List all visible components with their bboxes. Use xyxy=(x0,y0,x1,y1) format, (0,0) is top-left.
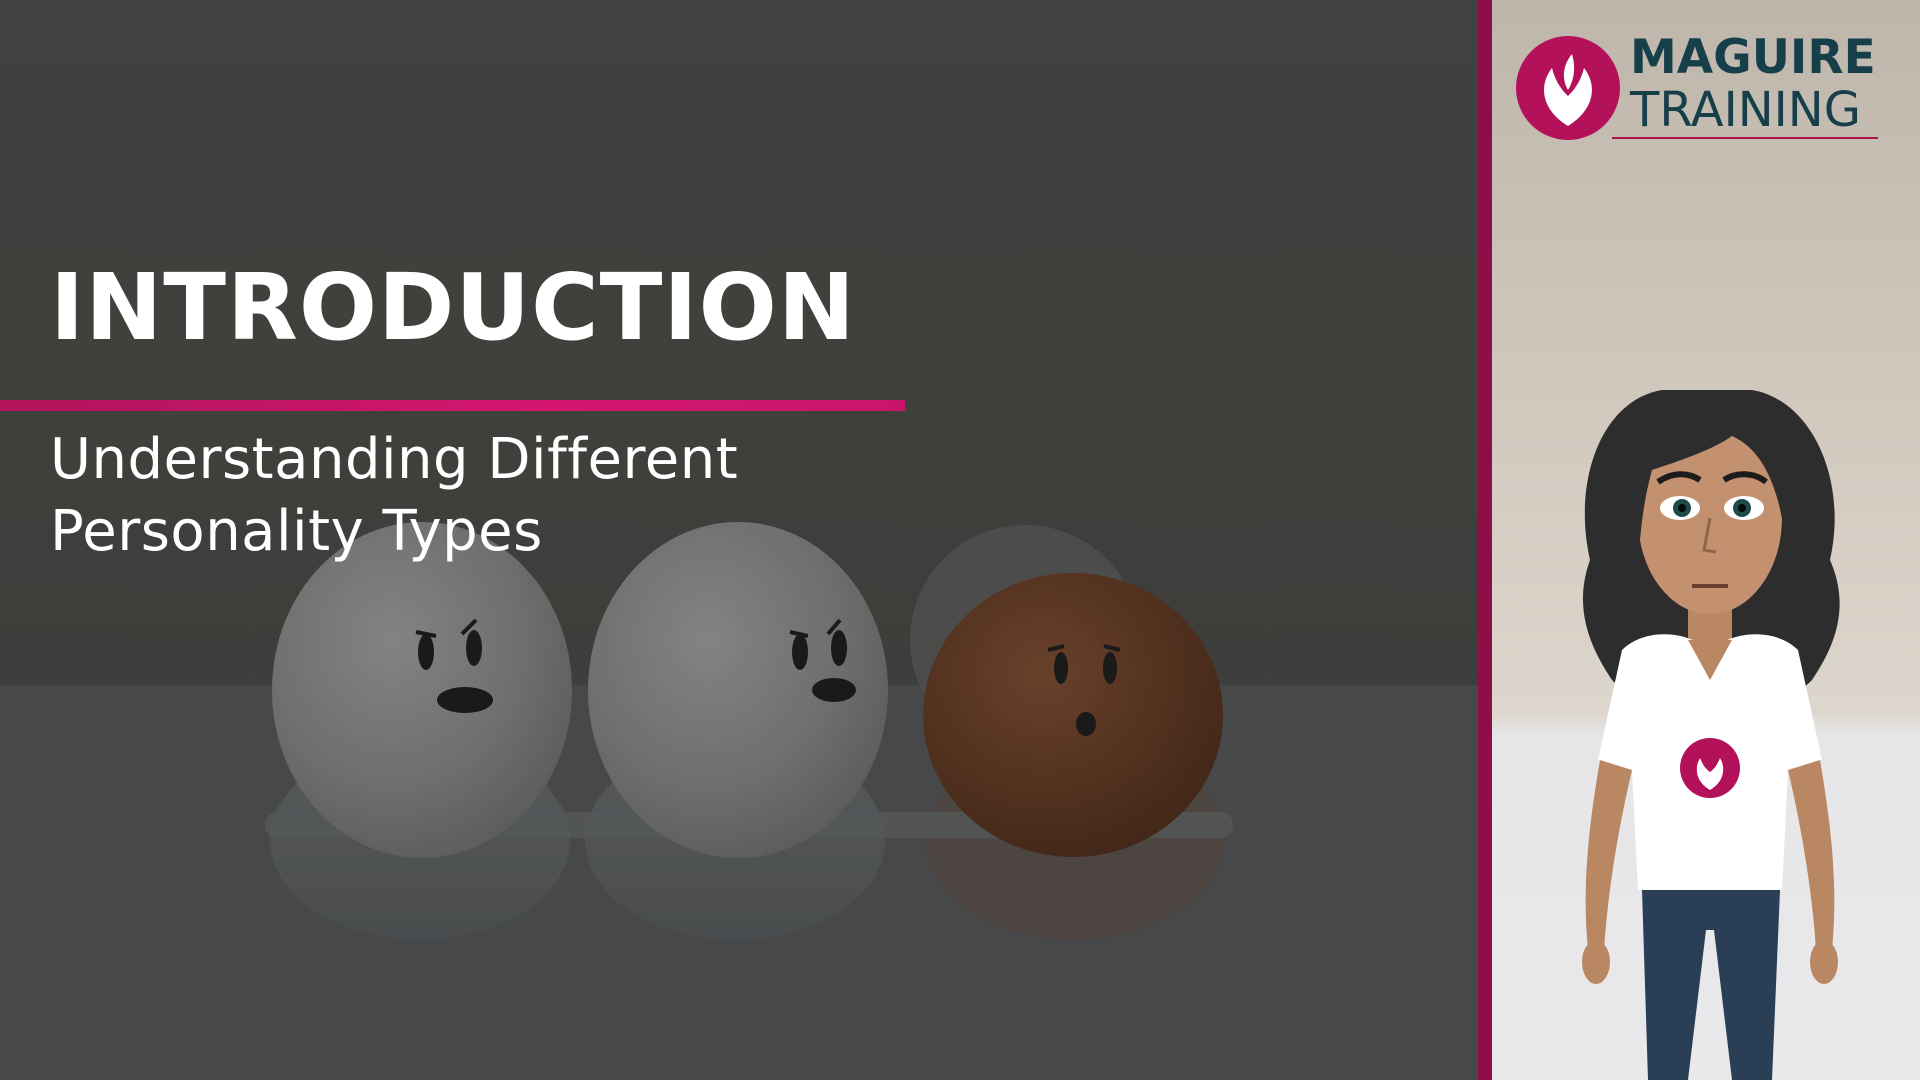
background-photo: INTRODUCTION Understanding Different Per… xyxy=(0,0,1478,1080)
maguire-logo-icon xyxy=(1516,36,1620,140)
slide-title: INTRODUCTION xyxy=(50,254,856,361)
logo-underline xyxy=(1612,137,1878,139)
panel-divider xyxy=(1478,0,1492,1080)
video-frame: INTRODUCTION Understanding Different Per… xyxy=(0,0,1920,1080)
subtitle-line-2: Personality Types xyxy=(50,499,543,564)
presenter-avatar-icon xyxy=(1582,390,1840,1080)
brand-logo: MAGUIRE TRAINING xyxy=(1512,26,1912,146)
presenter-panel: MAGUIRE TRAINING xyxy=(1492,0,1920,1080)
subtitle-line-1: Understanding Different xyxy=(50,427,739,492)
brand-name-line-2: TRAINING xyxy=(1630,82,1861,138)
brand-name-line-1: MAGUIRE xyxy=(1630,30,1876,85)
title-underline xyxy=(0,400,905,411)
slide-subtitle: Understanding Different Personality Type… xyxy=(50,424,870,568)
